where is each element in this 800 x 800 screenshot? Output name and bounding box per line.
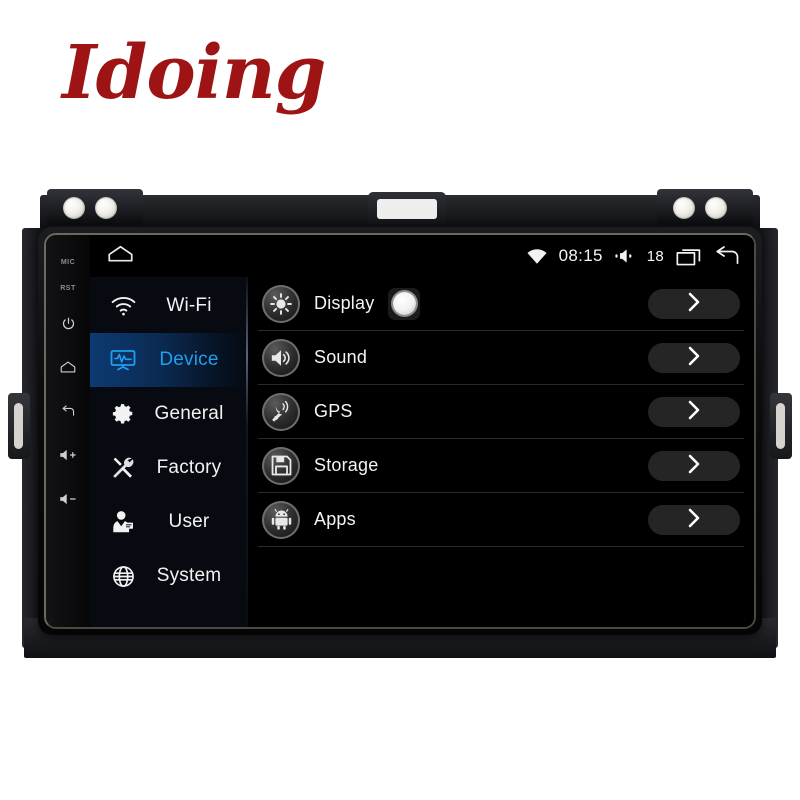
bracket-hole [673,197,695,219]
head-unit-body: MIC RST 08:15 18 Wi-Fi Device General Fa… [38,227,762,635]
sidebar-item-user[interactable]: User [90,495,248,549]
wifi-icon [104,296,142,316]
head-unit-glass-panel: MIC RST 08:15 18 Wi-Fi Device General Fa… [44,233,756,629]
monitor-pulse-icon [104,349,142,371]
wifi-icon [527,248,547,264]
sidebar-item-label: Wi-Fi [166,295,212,316]
sidebar-item-label: General [154,403,224,424]
settings-row-label: Apps [314,509,356,529]
tools-icon [104,456,142,480]
sidebar-item-label: User [168,511,210,532]
chevron-right-icon [687,508,701,531]
settings-row-gps[interactable]: GPS [258,385,744,439]
mic-label: MIC [60,258,76,266]
sidebar-item-device[interactable]: Device [90,333,248,387]
brightness-icon [262,284,300,323]
sidebar-item-label: Device [159,349,219,370]
speaker-icon [262,338,300,377]
settings-row-label: Display [314,293,375,313]
bracket-ear-right [657,189,753,225]
settings-row-open-button[interactable] [648,288,740,319]
settings-row-storage[interactable]: Storage [258,439,744,493]
head-unit-assembly: MIC RST 08:15 18 Wi-Fi Device General Fa… [0,170,800,690]
android-icon [262,500,300,539]
recents-icon[interactable] [676,246,703,266]
sidebar-item-system[interactable]: System [90,549,248,603]
touch-indicator-dot [392,292,416,315]
settings-body: Wi-Fi Device General Factory User System… [90,277,754,627]
android-screen: 08:15 18 Wi-Fi Device General Factory Us… [90,235,754,627]
volume-down-icon [59,492,77,506]
home-icon [107,244,134,268]
brand-logo: Idoing [62,30,326,116]
settings-row-open-button[interactable] [648,342,740,373]
bracket-slot-right [770,393,792,459]
status-clock: 08:15 [558,246,603,265]
hardware-key-column: MIC RST [46,235,90,627]
power-icon [61,316,76,331]
globe-icon [104,565,142,588]
sidebar-item-general[interactable]: General [90,387,248,441]
sidebar-item-factory[interactable]: Factory [90,441,248,495]
gear-icon [104,402,142,426]
sidebar-item-label: Factory [156,457,222,478]
chevron-right-icon [687,454,701,477]
volume-up-icon [59,448,77,462]
home-key[interactable] [60,345,76,389]
settings-row-display[interactable]: Display [258,277,744,331]
bracket-hole [705,197,727,219]
settings-row-open-button[interactable] [648,450,740,481]
touch-indicator [388,287,421,320]
volume-level: 18 [646,247,664,265]
volume-down-key[interactable] [59,477,77,521]
home-icon [60,360,76,374]
bracket-hole [63,197,85,219]
settings-list: Display Sound GPS Storage Apps [248,277,754,627]
satellite-icon [262,392,300,431]
volume-icon[interactable] [615,248,635,264]
chevron-right-icon [687,346,701,369]
power-key[interactable] [61,301,76,345]
status-home-button[interactable] [102,241,138,271]
settings-row-label: Storage [314,455,379,475]
back-key[interactable] [60,389,76,433]
status-bar: 08:15 18 [90,235,754,277]
volume-up-key[interactable] [59,433,77,477]
bracket-slot-left [8,393,30,459]
sidebar-item-label: System [156,565,222,586]
sidebar-item-wifi[interactable]: Wi-Fi [90,279,248,333]
settings-row-label: GPS [314,401,353,421]
back-icon[interactable] [715,246,742,266]
settings-row-apps[interactable]: Apps [258,493,744,547]
status-bar-right-cluster: 08:15 18 [527,246,742,266]
chevron-right-icon [687,400,701,423]
back-icon [60,404,76,418]
settings-row-open-button[interactable] [648,396,740,427]
settings-row-open-button[interactable] [648,504,740,535]
floppy-disk-icon [262,446,300,485]
user-icon [104,510,142,534]
bracket-ear-left [47,189,143,225]
settings-row-label: Sound [314,347,368,367]
top-center-notch [368,192,446,224]
settings-sidebar: Wi-Fi Device General Factory User System [90,277,248,627]
reset-label: RST [60,284,76,292]
chevron-right-icon [687,292,701,315]
settings-row-sound[interactable]: Sound [258,331,744,385]
bracket-hole [95,197,117,219]
